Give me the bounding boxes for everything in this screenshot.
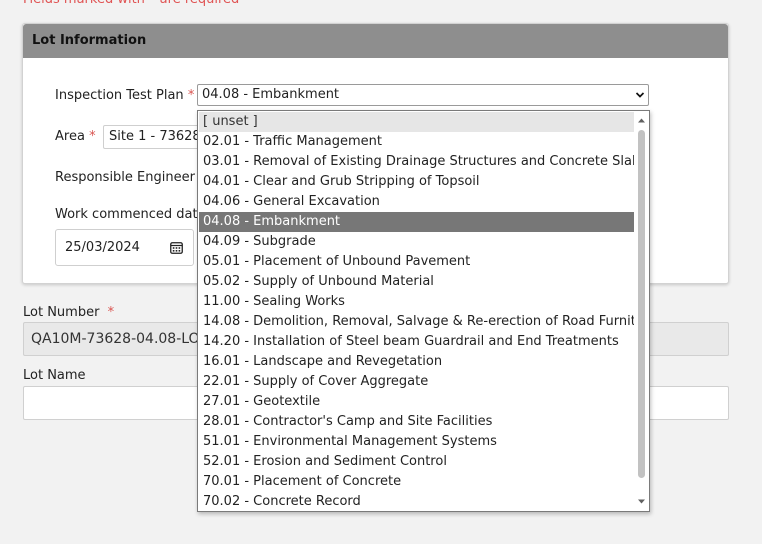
lot-number-label: Lot Number * (23, 305, 115, 320)
work-commenced-label: Work commenced date (55, 207, 206, 222)
lot-name-label: Lot Name (23, 368, 86, 383)
dropdown-option[interactable]: 04.09 - Subgrade (199, 232, 634, 252)
dropdown-option[interactable]: 28.01 - Contractor's Camp and Site Facil… (199, 412, 634, 432)
dropdown-option-selected[interactable]: 04.08 - Embankment (199, 212, 634, 232)
dropdown-option[interactable]: 14.20 - Installation of Steel beam Guard… (199, 332, 634, 352)
scrollbar-thumb[interactable] (638, 130, 645, 478)
itp-dropdown-list[interactable]: [ unset ] 02.01 - Traffic Management 03.… (197, 110, 650, 512)
dropdown-option[interactable]: 03.01 - Removal of Existing Drainage Str… (199, 152, 634, 172)
required-star: * (187, 88, 195, 103)
dropdown-option[interactable]: 11.00 - Sealing Works (199, 292, 634, 312)
itp-selected-value: 04.08 - Embankment (202, 87, 340, 102)
dropdown-option[interactable]: 04.01 - Clear and Grub Stripping of Tops… (199, 172, 634, 192)
work-commenced-date-input[interactable]: 25/03/2024 (55, 229, 194, 266)
responsible-engineer-label: Responsible Engineer * (55, 170, 206, 186)
dropdown-option[interactable]: 02.01 - Traffic Management (199, 132, 634, 152)
itp-select[interactable]: 04.08 - Embankment (197, 84, 649, 106)
dropdown-option[interactable]: 05.01 - Placement of Unbound Pavement (199, 252, 634, 272)
scroll-up-arrow-icon[interactable] (637, 116, 646, 125)
required-fields-note: Fields marked with * are required (23, 0, 239, 8)
panel-title: Lot Information (23, 24, 728, 58)
dropdown-option[interactable]: 14.08 - Demolition, Removal, Salvage & R… (199, 312, 634, 332)
dropdown-option[interactable]: 70.02 - Concrete Record (199, 492, 634, 511)
work-commenced-date-value: 25/03/2024 (65, 240, 140, 255)
dropdown-option[interactable]: 04.06 - General Excavation (199, 192, 634, 212)
chevron-down-icon (635, 92, 645, 98)
required-star: * (107, 305, 115, 320)
dropdown-option[interactable]: 16.01 - Landscape and Revegetation (199, 352, 634, 372)
itp-label: Inspection Test Plan * (55, 88, 195, 103)
dropdown-option[interactable]: 22.01 - Supply of Cover Aggregate (199, 372, 634, 392)
scroll-down-arrow-icon[interactable] (637, 497, 646, 506)
dropdown-scrollbar[interactable] (635, 112, 648, 510)
dropdown-option[interactable]: 05.02 - Supply of Unbound Material (199, 272, 634, 292)
dropdown-option[interactable]: 27.01 - Geotextile (199, 392, 634, 412)
dropdown-option[interactable]: 51.01 - Environmental Management Systems (199, 432, 634, 452)
dropdown-option-unset[interactable]: [ unset ] (199, 112, 634, 132)
area-label: Area * (55, 129, 96, 144)
calendar-icon[interactable] (170, 241, 183, 254)
required-star: * (89, 129, 96, 144)
area-select[interactable]: Site 1 - 73628 (103, 125, 203, 149)
dropdown-option[interactable]: 70.01 - Placement of Concrete (199, 472, 634, 492)
dropdown-option[interactable]: 52.01 - Erosion and Sediment Control (199, 452, 634, 472)
